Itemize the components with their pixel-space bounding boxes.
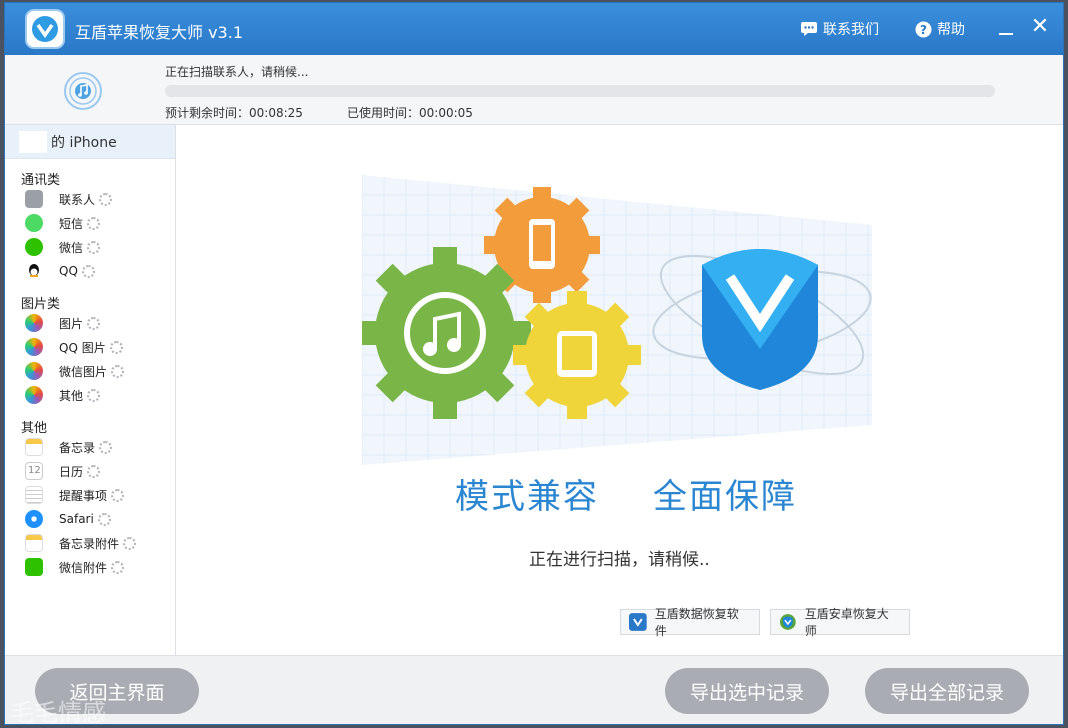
category-sidebar: 的 iPhone 通讯类 联系人 短信 微信 QQ 图片类 图片 QQ 图片 微信图片 其他 其他备… (5, 125, 176, 655)
sidebar-item[interactable]: 12 日历 (5, 459, 175, 483)
music-scan-icon (64, 72, 102, 110)
loading-spinner-icon (99, 192, 113, 206)
loading-spinner-icon (87, 316, 101, 330)
sidebar-item[interactable]: Safari (5, 507, 175, 531)
android-recovery-link[interactable]: 互盾安卓恢复大师 (770, 607, 910, 638)
sidebar-item-label: 联系人 (59, 192, 96, 207)
scanning-message: 正在进行扫描，请稍候.. (529, 550, 710, 570)
sidebar-item-label: QQ (59, 264, 78, 278)
qq-icon (25, 262, 43, 280)
loading-spinner-icon (109, 340, 123, 354)
watermark-text: 毛毛情感 (10, 699, 106, 727)
loading-spinner-icon (97, 512, 111, 526)
action-bar: 返回主界面 导出选中记录 导出全部记录 (5, 655, 1063, 724)
sidebar-item-label: 微信附件 (59, 560, 108, 575)
app-logo-icon (25, 9, 65, 49)
data-recovery-label: 互盾数据恢复软件 (654, 607, 739, 638)
loading-spinner-icon (111, 488, 125, 502)
messages-icon (25, 214, 43, 232)
data-recovery-icon (629, 613, 647, 631)
loading-spinner-icon (99, 440, 113, 454)
sidebar-item-label: 备忘录附件 (59, 536, 120, 551)
loading-spinner-icon (111, 364, 125, 378)
reminders-icon (25, 486, 43, 504)
remaining-time: 预计剩余时间：00:08:25 (165, 106, 303, 120)
sidebar-item-label: Safari (59, 512, 94, 526)
notes-attachment-icon (25, 534, 43, 552)
main-panel: 模式兼容 全面保障 正在进行扫描，请稍候.. 互盾数据恢复软件 互盾安卓恢复大师 (177, 125, 1063, 655)
device-name-mask (19, 130, 47, 153)
sidebar-item[interactable]: QQ (5, 259, 175, 283)
slogan-left: 模式兼容 (455, 477, 599, 517)
notes-icon (25, 438, 43, 456)
sidebar-item-label: QQ 图片 (59, 340, 106, 355)
device-name[interactable]: 的 iPhone (5, 125, 175, 159)
sidebar-item-label: 备忘录 (59, 440, 96, 455)
contact-us-button[interactable]: 联系我们 (800, 19, 879, 39)
title-bar[interactable]: 互盾苹果恢复大师 v3.1 联系我们 ? 帮助 ✕ (5, 3, 1063, 55)
sidebar-item[interactable]: 其他 (5, 383, 175, 407)
gears-shield-illustration (362, 175, 872, 465)
wechat-attachment-icon (25, 558, 43, 576)
sidebar-item[interactable]: 提醒事项 (5, 483, 175, 507)
scan-progress-bar (165, 85, 995, 97)
loading-spinner-icon (87, 216, 101, 230)
contact-us-label: 联系我们 (823, 22, 879, 38)
scan-progress-panel: 正在扫描联系人，请稍候... 预计剩余时间：00:08:25 已使用时间：00:… (5, 55, 1063, 125)
sidebar-item[interactable]: 联系人 (5, 187, 175, 211)
sidebar-item[interactable]: 备忘录 (5, 435, 175, 459)
sidebar-item-label: 微信 (59, 240, 84, 255)
sidebar-item-label: 日历 (59, 464, 84, 479)
minimize-button[interactable] (995, 13, 1019, 43)
loading-spinner-icon (87, 464, 101, 478)
close-button[interactable]: ✕ (1029, 15, 1051, 41)
android-recovery-label: 互盾安卓恢复大师 (804, 607, 889, 638)
sidebar-item-label: 其他 (59, 388, 84, 403)
qq-photos-icon (25, 338, 43, 356)
safari-icon (25, 510, 43, 528)
android-recovery-icon (779, 614, 796, 630)
sidebar-item[interactable]: 短信 (5, 211, 175, 235)
photos-icon (25, 314, 43, 332)
sidebar-item[interactable]: 图片 (5, 311, 175, 335)
sidebar-item[interactable]: 微信图片 (5, 359, 175, 383)
loading-spinner-icon (87, 388, 101, 402)
app-window: 互盾苹果恢复大师 v3.1 联系我们 ? 帮助 ✕ 正在扫描联系人，请稍候...… (4, 2, 1064, 725)
loading-spinner-icon (123, 536, 137, 550)
loading-spinner-icon (111, 560, 125, 574)
sidebar-item-label: 图片 (59, 316, 84, 331)
category-heading: 通讯类 (21, 173, 61, 188)
category-heading: 图片类 (21, 297, 61, 312)
chat-icon (801, 22, 817, 36)
device-label: 的 iPhone (51, 134, 117, 151)
scan-status-text: 正在扫描联系人，请稍候... (165, 65, 309, 79)
contacts-icon (25, 190, 43, 208)
calendar-icon: 12 (25, 462, 43, 480)
sidebar-item-label: 提醒事项 (59, 488, 108, 503)
help-label: 帮助 (937, 22, 965, 38)
wechat-photos-icon (25, 362, 43, 380)
other-photos-icon (25, 386, 43, 404)
sidebar-item[interactable]: 微信 (5, 235, 175, 259)
category-heading: 其他 (21, 421, 48, 436)
export-all-button[interactable]: 导出全部记录 (865, 668, 1029, 714)
sidebar-item-label: 短信 (59, 216, 84, 231)
loading-spinner-icon (81, 264, 95, 278)
sidebar-item[interactable]: 微信附件 (5, 555, 175, 579)
data-recovery-link[interactable]: 互盾数据恢复软件 (620, 607, 760, 638)
slogan-right: 全面保障 (653, 477, 797, 517)
export-selected-button[interactable]: 导出选中记录 (665, 668, 829, 714)
sidebar-item[interactable]: QQ 图片 (5, 335, 175, 359)
question-icon: ? (915, 21, 932, 37)
sidebar-item-label: 微信图片 (59, 364, 108, 379)
help-button[interactable]: ? 帮助 (915, 19, 965, 39)
window-title: 互盾苹果恢复大师 v3.1 (75, 23, 244, 42)
loading-spinner-icon (87, 240, 101, 254)
svg-text:?: ? (920, 23, 927, 37)
sidebar-item[interactable]: 备忘录附件 (5, 531, 175, 555)
elapsed-time: 已使用时间：00:00:05 (347, 106, 473, 120)
wechat-icon (25, 238, 43, 256)
calendar-day: 12 (28, 465, 41, 476)
